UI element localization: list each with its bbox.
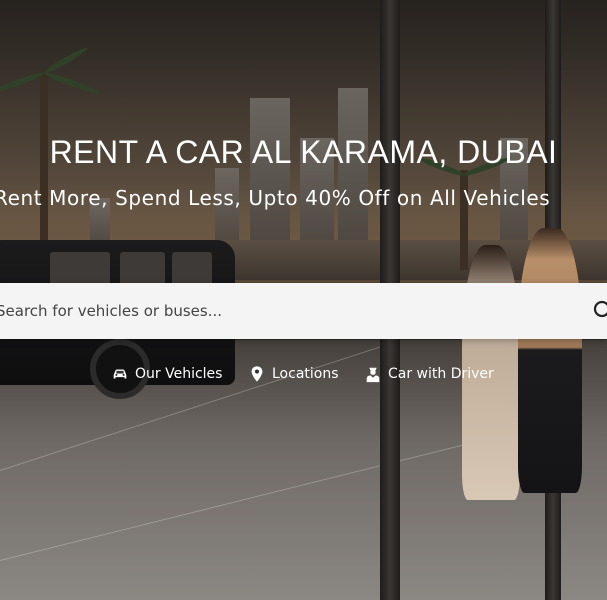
nav-item-car-with-driver[interactable]: Car with Driver [364, 362, 494, 386]
palm-trunk [460, 170, 468, 270]
nav-label: Locations [272, 366, 339, 382]
nav-item-locations[interactable]: Locations [248, 362, 339, 386]
search-input[interactable] [0, 283, 566, 339]
skyline-building [250, 98, 290, 248]
search-bar [0, 283, 607, 339]
promo-subtitle: Rent More, Spend Less, Upto 40% Off on A… [0, 186, 551, 210]
palm-leaf [0, 70, 46, 95]
car-icon [113, 369, 127, 379]
nav-label: Our Vehicles [135, 366, 223, 382]
location-pin-icon [251, 366, 263, 382]
palm-leaf [42, 70, 102, 97]
person-man [518, 228, 582, 493]
page-title: RENT A CAR AL KARAMA, DUBAI [49, 134, 558, 170]
nav-label: Car with Driver [388, 366, 494, 382]
palm-leaf [42, 45, 89, 76]
driver-icon [366, 367, 380, 383]
nav-item-our-vehicles[interactable]: Our Vehicles [111, 362, 222, 386]
search-icon[interactable] [592, 299, 607, 323]
quick-nav: Our Vehicles Locations Car with Driver [0, 362, 607, 386]
